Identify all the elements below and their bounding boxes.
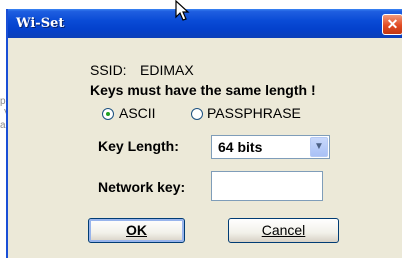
cancel-button[interactable]: Cancel bbox=[228, 218, 339, 243]
key-length-value: 64 bits bbox=[218, 139, 263, 155]
mouse-cursor-icon bbox=[175, 0, 190, 21]
radio-ascii-label: ASCII bbox=[119, 105, 156, 121]
key-length-label: Key Length: bbox=[98, 138, 179, 154]
chevron-down-icon[interactable]: ▼ bbox=[310, 137, 328, 157]
close-button[interactable]: ✕ bbox=[382, 14, 402, 35]
key-length-select[interactable]: 64 bits ▼ bbox=[211, 135, 330, 159]
ok-button-label: OK bbox=[126, 222, 147, 238]
network-key-input[interactable] bbox=[211, 171, 323, 201]
warning-text: Keys must have the same length ! bbox=[90, 82, 316, 98]
close-icon: ✕ bbox=[386, 16, 399, 32]
wi-set-dialog: Wi-Set ✕ SSID: EDIMAX Keys must have the… bbox=[6, 9, 402, 258]
ssid-value: EDIMAX bbox=[140, 62, 194, 78]
radio-passphrase-label: PASSPHRASE bbox=[207, 105, 301, 121]
ok-button[interactable]: OK bbox=[88, 218, 185, 243]
radio-passphrase-indicator[interactable] bbox=[191, 108, 203, 120]
network-key-label: Network key: bbox=[98, 179, 186, 195]
dialog-title: Wi-Set bbox=[16, 16, 65, 31]
dialog-titlebar[interactable]: Wi-Set ✕ bbox=[8, 9, 402, 38]
cancel-button-label: Cancel bbox=[261, 222, 306, 238]
radio-ascii-indicator[interactable] bbox=[102, 108, 114, 120]
ssid-label: SSID: bbox=[90, 62, 127, 78]
